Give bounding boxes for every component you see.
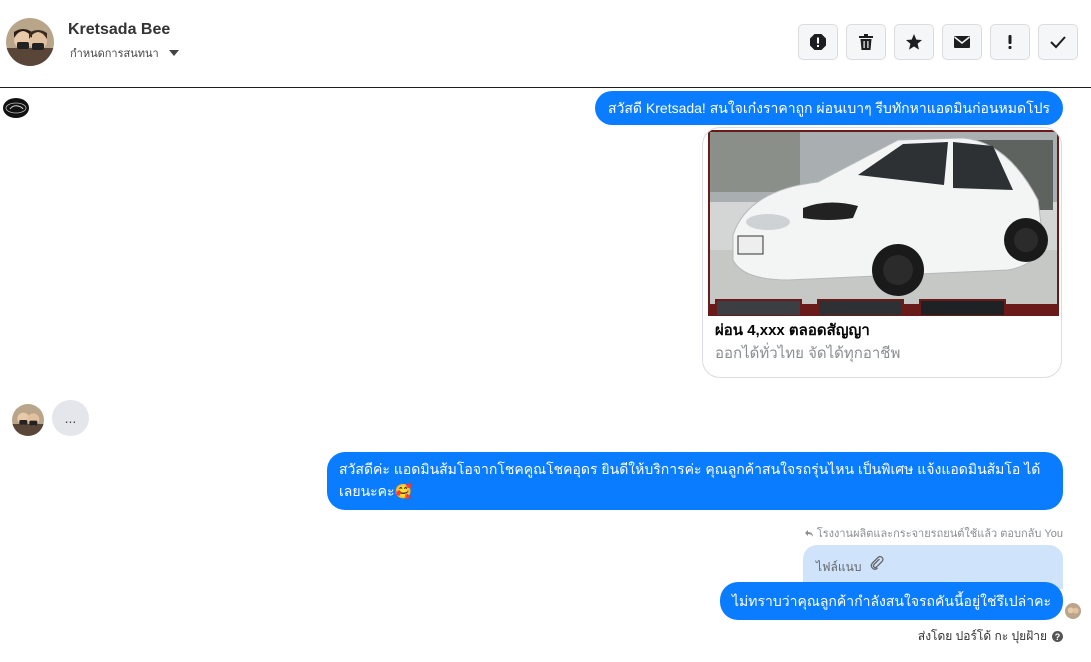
contact-avatar[interactable]: [6, 18, 54, 66]
star-button[interactable]: [894, 24, 934, 60]
product-card[interactable]: ผ่อน 4,xxx ตลอดสัญญา ออกได้ทั่วไทย จัดได…: [702, 127, 1062, 378]
typing-indicator: ...: [52, 400, 89, 436]
card-title: ผ่อน 4,xxx ตลอดสัญญา: [715, 322, 870, 339]
outgoing-message-3[interactable]: ไม่ทราบว่าคุณลูกค้ากำลังสนใจรถคันนี้อยู่…: [720, 582, 1063, 620]
white-sedan-car-photo: [708, 130, 1059, 317]
conversation-header: Kretsada Bee กำหนดการสนทนา: [0, 0, 1091, 88]
sent-by-text: ส่งโดย ปอร์โด้ กะ ปุยฝ้าย: [917, 629, 1047, 643]
delete-button[interactable]: [846, 24, 886, 60]
mark-done-button[interactable]: [1038, 24, 1078, 60]
outgoing-message-1[interactable]: สวัสดี Kretsada! สนใจเก๋งราคาถูก ผ่อนเบา…: [594, 91, 1063, 125]
spam-icon: [810, 34, 826, 50]
paperclip-icon: [870, 555, 884, 570]
reply-info: โรงงานผลิตและกระจายรถยนต์ใช้แล้ว ตอบกลับ…: [804, 524, 1063, 542]
star-icon: [906, 34, 922, 50]
attachment-label: ไฟล์แนบ: [816, 560, 862, 574]
contact-avatar-small: [12, 404, 44, 436]
mail-icon: [954, 36, 970, 48]
toolbar-actions: [798, 24, 1078, 60]
check-icon: [1050, 36, 1066, 49]
follow-up-button[interactable]: [990, 24, 1030, 60]
contact-name[interactable]: Kretsada Bee: [68, 21, 170, 39]
schedule-label: กำหนดการสนทนา: [70, 48, 159, 60]
help-icon[interactable]: ?: [1052, 631, 1063, 642]
schedule-dropdown[interactable]: กำหนดการสนทนา: [70, 44, 179, 62]
mark-spam-button[interactable]: [798, 24, 838, 60]
outgoing-message-2[interactable]: สวัสดีค่ะ แอดมินส้มโอจากโชคคูณโชคอุดร ยิ…: [327, 452, 1063, 510]
mark-unread-button[interactable]: [942, 24, 982, 60]
card-subtitle: ออกได้ทั่วไทย จัดได้ทุกอาชีพ: [715, 345, 901, 362]
read-receipt-avatar: [1065, 603, 1081, 619]
trash-icon: [859, 34, 873, 50]
page-avatar: [3, 98, 29, 118]
caret-down-icon: [168, 50, 179, 56]
reply-icon: [804, 529, 813, 537]
sent-by-info: ส่งโดย ปอร์โด้ กะ ปุยฝ้าย ?: [918, 627, 1063, 646]
reply-info-text: โรงงานผลิตและกระจายรถยนต์ใช้แล้ว ตอบกลับ…: [816, 528, 1063, 540]
exclamation-icon: [1008, 35, 1012, 49]
